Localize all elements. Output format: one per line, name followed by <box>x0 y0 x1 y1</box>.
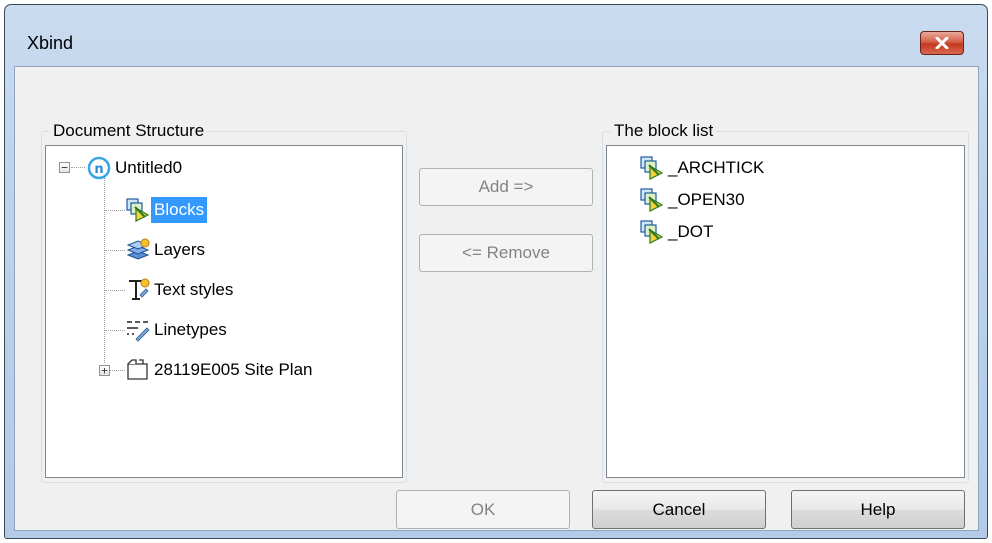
dialog-client-area: Document Structure − n Untitled0 Blocks … <box>14 66 979 531</box>
close-button[interactable] <box>920 31 964 55</box>
tree-node-label: Linetypes <box>154 320 227 339</box>
document-structure-label: Document Structure <box>50 121 208 141</box>
tree-node-label: Untitled0 <box>115 158 183 177</box>
tree-node-blocks[interactable]: Blocks <box>125 196 208 224</box>
tree-node-label: Blocks <box>151 197 208 223</box>
xref-folder-icon <box>125 357 151 383</box>
block-listbox[interactable]: _ARCHTICK _OPEN30 _DOT <box>606 145 965 478</box>
drawing-n-icon: n <box>86 155 112 181</box>
block-icon <box>639 155 665 181</box>
tree-node-linetypes[interactable]: Linetypes <box>125 316 230 344</box>
tree-connector <box>105 210 125 211</box>
tree-node-text-styles[interactable]: Text styles <box>125 276 236 304</box>
list-item-label: _ARCHTICK <box>668 158 765 177</box>
help-button[interactable]: Help <box>791 490 965 529</box>
layers-icon <box>125 237 151 263</box>
collapse-expander[interactable]: − <box>59 162 70 173</box>
close-icon <box>935 37 949 49</box>
cancel-button[interactable]: Cancel <box>592 490 766 529</box>
tree-connector <box>105 330 125 331</box>
tree-node-28119e005-site-plan[interactable]: 28119E005 Site Plan <box>125 356 315 384</box>
expand-expander[interactable]: + <box>99 365 110 376</box>
svg-text:n: n <box>94 162 103 177</box>
add-button[interactable]: Add => <box>419 168 593 206</box>
remove-button[interactable]: <= Remove <box>419 234 593 272</box>
tree-node-label: Layers <box>154 240 206 259</box>
list-item[interactable]: _ARCHTICK <box>639 154 767 182</box>
blocks-icon <box>125 197 151 223</box>
tree-connector <box>105 290 125 291</box>
ok-button[interactable]: OK <box>396 490 570 529</box>
text-styles-icon <box>125 277 151 303</box>
document-structure-tree[interactable]: − n Untitled0 Blocks Layers Text styles … <box>45 145 403 478</box>
list-item[interactable]: _OPEN30 <box>639 186 748 214</box>
block-icon <box>639 187 665 213</box>
linetypes-icon <box>125 317 151 343</box>
tree-connector <box>104 177 105 363</box>
tree-node-layers[interactable]: Layers <box>125 236 208 264</box>
tree-node-label: 28119E005 Site Plan <box>154 360 313 379</box>
tree-connector <box>110 370 125 371</box>
list-item-label: _DOT <box>668 222 714 241</box>
list-item[interactable]: _DOT <box>639 218 716 246</box>
list-item-label: _OPEN30 <box>668 190 745 209</box>
tree-node-label: Text styles <box>154 280 234 299</box>
block-list-label: The block list <box>611 121 717 141</box>
tree-connector <box>105 250 125 251</box>
title-bar[interactable]: Xbind <box>5 5 987 65</box>
tree-connector <box>71 167 85 168</box>
dialog-title: Xbind <box>27 33 74 53</box>
xbind-dialog: Xbind Document Structure − n Untitled0 B… <box>4 4 988 539</box>
block-icon <box>639 219 665 245</box>
tree-node-untitled0[interactable]: n Untitled0 <box>86 154 185 182</box>
